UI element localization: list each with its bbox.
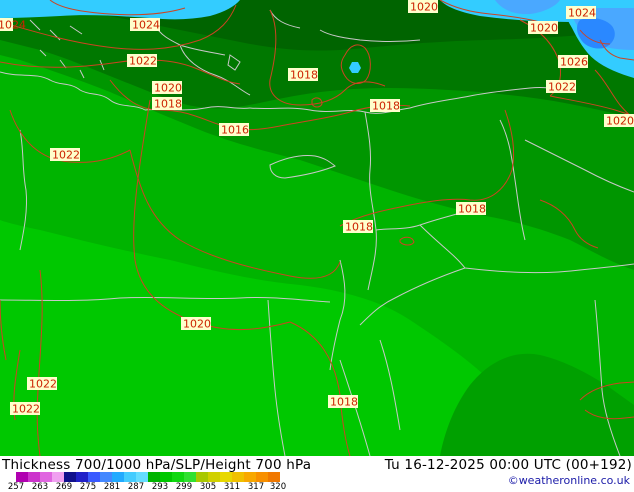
svg-text:1020: 1020: [154, 82, 182, 95]
legend-tick: 257: [7, 482, 25, 492]
legend-swatch: [124, 472, 136, 482]
legend-swatch: [112, 472, 124, 482]
legend-swatch: [136, 472, 148, 482]
isobar-label: 1022: [10, 402, 40, 416]
legend-swatch: [172, 472, 184, 482]
legend-tick: 287: [127, 482, 145, 492]
isobar-label: 1022: [50, 148, 80, 162]
svg-text:1020: 1020: [606, 115, 634, 128]
legend-tick: 299: [175, 482, 193, 492]
product-title: Thickness 700/1000 hPa/SLP/Height 700 hP…: [2, 457, 312, 473]
legend-swatch: [148, 472, 160, 482]
isobar-label: 1018: [288, 68, 318, 82]
svg-text:1024: 1024: [132, 19, 160, 32]
legend-tick: 320: [269, 482, 287, 492]
legend-tick: 293: [151, 482, 169, 492]
svg-text:1022: 1022: [12, 403, 40, 416]
isobar-label: 1018: [328, 395, 358, 409]
isobar-label: 1018: [456, 202, 486, 216]
legend-swatch: [16, 472, 28, 482]
legend-swatch: [268, 472, 280, 482]
legend-swatch: [244, 472, 256, 482]
isobar-label: 1026: [558, 55, 588, 69]
isobar-label: 1022: [546, 80, 576, 94]
thickness-map: 1024 1024 1020 1020 1024 1022 1018 1020 …: [0, 0, 634, 456]
legend-swatch: [40, 472, 52, 482]
svg-text:1024: 1024: [568, 7, 596, 20]
isobar-label: 1020: [528, 21, 558, 35]
isobar-label: 1024: [566, 6, 596, 20]
legend-swatch: [52, 472, 64, 482]
isobar-label: 1022: [127, 54, 157, 68]
legend-tick: 305: [199, 482, 217, 492]
svg-text:1018: 1018: [330, 396, 358, 409]
isobar-label: 1020: [604, 114, 634, 128]
map-footer: Thickness 700/1000 hPa/SLP/Height 700 hP…: [0, 456, 634, 492]
isobar-label: 1018: [370, 99, 400, 113]
svg-text:1016: 1016: [221, 124, 249, 137]
legend-swatch: [232, 472, 244, 482]
svg-text:1018: 1018: [345, 221, 373, 234]
svg-text:1020: 1020: [410, 1, 438, 14]
isobar-label: 1020: [408, 0, 438, 14]
isobar-label: 1018: [152, 97, 182, 111]
legend-tick: 269: [55, 482, 73, 492]
isobar-label: 1016: [219, 123, 249, 137]
svg-text:1020: 1020: [183, 318, 211, 331]
legend-swatch: [64, 472, 76, 482]
isobar-label: 1020: [181, 317, 211, 331]
legend-swatch: [220, 472, 232, 482]
legend-swatch: [76, 472, 88, 482]
legend-swatch: [100, 472, 112, 482]
svg-text:1022: 1022: [29, 378, 57, 391]
isobar-label: 1024: [130, 18, 160, 32]
svg-text:1026: 1026: [560, 56, 588, 69]
legend-swatch: [196, 472, 208, 482]
svg-text:1024: 1024: [0, 19, 26, 32]
legend-tick: 317: [247, 482, 265, 492]
valid-time: Tu 16-12-2025 00:00 UTC (00+192): [384, 457, 632, 473]
legend-swatch: [160, 472, 172, 482]
legend-tick: 281: [103, 482, 121, 492]
svg-text:1022: 1022: [129, 55, 157, 68]
isobar-label: 1024: [0, 18, 26, 32]
legend-swatch: [208, 472, 220, 482]
legend-tick: 275: [79, 482, 97, 492]
svg-text:1018: 1018: [458, 203, 486, 216]
map-area: 1024 1024 1020 1020 1024 1022 1018 1020 …: [0, 0, 634, 456]
color-legend: [16, 472, 280, 482]
legend-tick: 311: [223, 482, 241, 492]
isobar-label: 1020: [152, 81, 182, 95]
svg-text:1022: 1022: [52, 149, 80, 162]
svg-text:1018: 1018: [154, 98, 182, 111]
legend-swatch: [28, 472, 40, 482]
legend-swatch: [184, 472, 196, 482]
svg-text:1022: 1022: [548, 81, 576, 94]
svg-text:1018: 1018: [372, 100, 400, 113]
isobar-label: 1018: [343, 220, 373, 234]
legend-swatch: [88, 472, 100, 482]
credit-link[interactable]: ©weatheronline.co.uk: [508, 474, 630, 487]
legend-swatch: [256, 472, 268, 482]
svg-text:1018: 1018: [290, 69, 318, 82]
svg-text:1020: 1020: [530, 22, 558, 35]
isobar-label: 1022: [27, 377, 57, 391]
legend-tick: 263: [31, 482, 49, 492]
